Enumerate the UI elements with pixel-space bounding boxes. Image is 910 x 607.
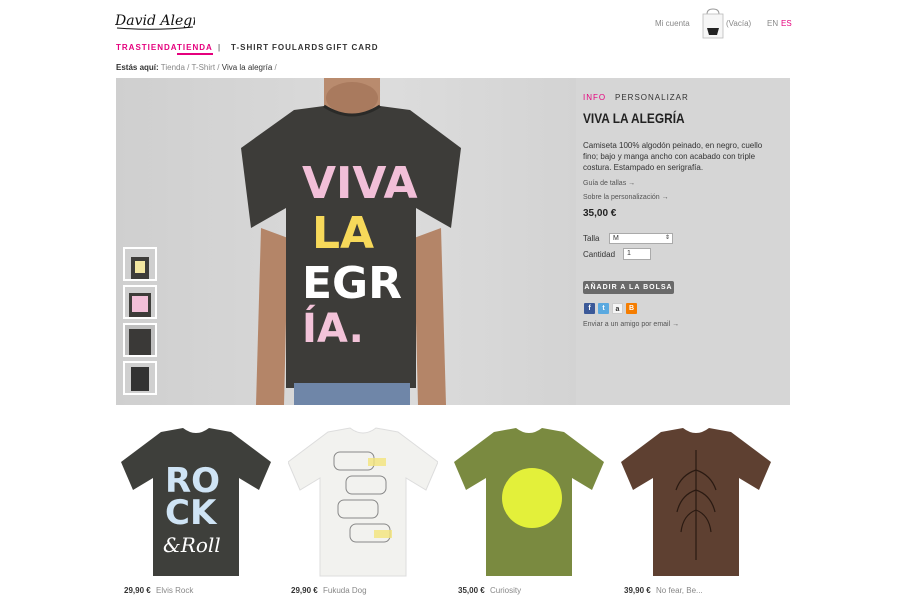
nav-gift-card[interactable]: GIFT CARD bbox=[326, 43, 379, 52]
thumbnail-2[interactable] bbox=[123, 285, 157, 319]
lang-en-link[interactable]: EN bbox=[767, 19, 778, 28]
svg-text:CK: CK bbox=[165, 493, 218, 533]
product-card[interactable] bbox=[621, 420, 771, 585]
tab-info[interactable]: INFO bbox=[583, 93, 606, 102]
my-account-link[interactable]: Mi cuenta bbox=[655, 19, 690, 28]
product-price: 29,90 € bbox=[124, 586, 151, 595]
amazon-icon[interactable]: a bbox=[612, 303, 623, 314]
svg-text:&Roll: &Roll bbox=[163, 533, 221, 557]
product-price: 29,90 € bbox=[291, 586, 318, 595]
product-name[interactable]: Elvis Rock bbox=[156, 586, 193, 595]
thumbnail-4[interactable] bbox=[123, 361, 157, 395]
product-name[interactable]: Fukuda Dog bbox=[323, 586, 367, 595]
quantity-input[interactable]: 1 bbox=[623, 248, 651, 260]
nav-tienda[interactable]: TIENDA bbox=[177, 43, 213, 55]
personalize-info-link[interactable]: Sobre la personalización → bbox=[583, 194, 669, 201]
breadcrumb-sep: / bbox=[187, 63, 190, 72]
product-card[interactable] bbox=[454, 420, 604, 585]
product-description: Camiseta 100% algodón peinado, en negro,… bbox=[583, 141, 763, 172]
lang-es-link[interactable]: ES bbox=[781, 19, 792, 28]
product-name[interactable]: No fear, Be... bbox=[656, 586, 703, 595]
quantity-label: Cantidad bbox=[583, 250, 616, 259]
product-image bbox=[288, 427, 438, 577]
blogger-icon[interactable]: B bbox=[626, 303, 637, 314]
tab-personalize[interactable]: PERSONALIZAR bbox=[615, 93, 689, 102]
product-image bbox=[621, 428, 771, 576]
nav-tshirt[interactable]: T-SHIRT bbox=[231, 43, 269, 52]
size-value: M bbox=[613, 235, 619, 242]
send-to-friend-link[interactable]: Enviar a un amigo por email → bbox=[583, 321, 679, 328]
breadcrumb-prefix: Estás aquí: bbox=[116, 63, 159, 72]
product-price: 39,90 € bbox=[624, 586, 651, 595]
breadcrumb-current: Viva la alegría bbox=[221, 63, 273, 72]
shirt-print-line3: EGR bbox=[302, 258, 402, 309]
product-photo: VIVA LA EGR ÍA. bbox=[116, 78, 576, 405]
product-card[interactable]: RO CK &Roll bbox=[121, 420, 271, 585]
size-guide-link[interactable]: Guía de tallas → bbox=[583, 180, 635, 187]
bag-status: (Vacía) bbox=[726, 19, 752, 28]
select-arrows-icon: ⇕ bbox=[664, 235, 670, 241]
breadcrumb-tshirt[interactable]: T-Shirt bbox=[191, 63, 215, 72]
product-price: 35,00 € bbox=[458, 586, 485, 595]
facebook-icon[interactable]: f bbox=[584, 303, 595, 314]
twitter-icon[interactable]: t bbox=[598, 303, 609, 314]
shopping-bag-icon[interactable] bbox=[701, 8, 725, 40]
nav-foulards[interactable]: FOULARDS bbox=[272, 43, 324, 52]
product-name[interactable]: Curiosity bbox=[490, 586, 521, 595]
brand-logo[interactable]: David Alegría bbox=[114, 10, 212, 32]
thumbnail-3[interactable] bbox=[123, 323, 157, 357]
product-image bbox=[454, 428, 604, 576]
product-card[interactable] bbox=[288, 420, 438, 585]
shirt-print-line4: ÍA. bbox=[302, 304, 364, 352]
size-select[interactable]: M ⇕ bbox=[609, 233, 673, 244]
breadcrumb-sep: / bbox=[274, 63, 277, 72]
breadcrumb-tienda[interactable]: Tienda bbox=[161, 63, 185, 72]
thumbnail-1[interactable] bbox=[123, 247, 157, 281]
add-to-bag-button[interactable]: AÑADIR A LA BOLSA bbox=[583, 281, 674, 294]
shirt-print-line2: LA bbox=[312, 208, 374, 259]
nav-trastienda[interactable]: TRASTIENDA bbox=[116, 43, 178, 52]
nav-separator: | bbox=[218, 43, 222, 52]
shirt-print-line1: VIVA bbox=[302, 158, 418, 209]
product-image: RO CK &Roll bbox=[121, 428, 271, 576]
product-hero: VIVA LA EGR ÍA. bbox=[116, 78, 790, 405]
product-price: 35,00 € bbox=[583, 208, 617, 219]
size-label: Talla bbox=[583, 234, 600, 243]
logo-text: David Alegría bbox=[115, 13, 195, 29]
breadcrumb: Estás aquí: Tienda / T-Shirt / Viva la a… bbox=[116, 63, 277, 72]
product-title: VIVA LA ALEGRÍA bbox=[583, 110, 685, 126]
breadcrumb-sep: / bbox=[217, 63, 220, 72]
